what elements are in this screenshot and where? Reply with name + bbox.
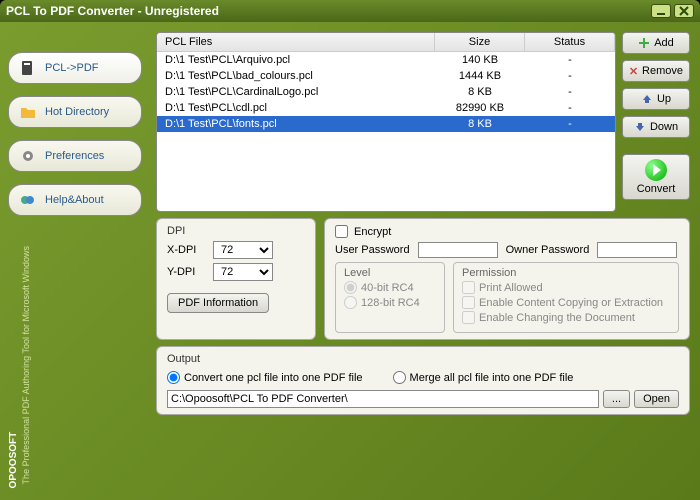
pcl-doc-icon [19,59,37,77]
main-container: PCL->PDF Hot Directory Preferences Help&… [0,22,700,500]
down-button[interactable]: Down [622,116,690,138]
col-header-name[interactable]: PCL Files [157,33,435,51]
file-name-cell: D:\1 Test\PCL\fonts.pcl [157,117,435,131]
encrypt-group: Encrypt User Password Owner Password Lev… [324,218,690,340]
convert-button[interactable]: Convert [622,154,690,200]
ydpi-label: Y-DPI [167,266,207,278]
output-merge-radio[interactable] [393,371,406,384]
play-icon [645,159,667,181]
file-row[interactable]: D:\1 Test\PCL\fonts.pcl8 KB- [157,116,615,132]
perm-change-checkbox[interactable] [462,311,475,324]
tagline-text: The Professional PDF Authoring Tool for … [21,238,31,492]
output-title: Output [167,353,679,365]
col-header-size[interactable]: Size [435,33,525,51]
titlebar: PCL To PDF Converter - Unregistered [0,0,700,22]
col-header-status[interactable]: Status [525,33,615,51]
window-title: PCL To PDF Converter - Unregistered [6,4,648,18]
output-path-input[interactable] [167,390,599,408]
file-size-cell: 8 KB [435,117,525,131]
nav-help-about[interactable]: Help&About [8,184,142,216]
permission-fieldset: Permission Print Allowed Enable Content … [453,262,679,333]
level-40-radio[interactable] [344,281,357,294]
add-button[interactable]: Add [622,32,690,54]
file-status-cell: - [525,117,615,131]
nav-hot-directory[interactable]: Hot Directory [8,96,142,128]
level-128-radio[interactable] [344,296,357,309]
file-size-cell: 1444 KB [435,69,525,83]
close-button[interactable] [674,4,694,18]
nav-pcl-pdf[interactable]: PCL->PDF [8,52,142,84]
xdpi-label: X-DPI [167,244,207,256]
file-action-buttons: Add Remove Up Down Convert [622,32,690,212]
file-name-cell: D:\1 Test\PCL\bad_colours.pcl [157,69,435,83]
file-size-cell: 82990 KB [435,101,525,115]
encrypt-label: Encrypt [354,226,391,238]
sidebar: PCL->PDF Hot Directory Preferences Help&… [0,22,150,500]
dpi-title: DPI [167,225,305,237]
user-password-input[interactable] [418,242,498,258]
file-name-cell: D:\1 Test\PCL\Arquivo.pcl [157,53,435,67]
perm-print-checkbox[interactable] [462,281,475,294]
plus-icon [638,37,650,49]
ydpi-select[interactable]: 72 [213,263,273,281]
x-icon [629,65,638,77]
help-icon [19,191,37,209]
arrow-down-icon [634,121,646,133]
gear-icon [19,147,37,165]
arrow-up-icon [641,93,653,105]
output-group: Output Convert one pcl file into one PDF… [156,346,690,415]
level-fieldset: Level 40-bit RC4 128-bit RC4 [335,262,445,333]
nav-preferences[interactable]: Preferences [8,140,142,172]
owner-pwd-label: Owner Password [506,244,590,256]
owner-password-input[interactable] [597,242,677,258]
file-list-panel: PCL Files Size Status D:\1 Test\PCL\Arqu… [156,32,616,212]
xdpi-select[interactable]: 72 [213,241,273,259]
level-title: Level [344,267,436,279]
nav-label: Preferences [45,150,104,162]
file-size-cell: 8 KB [435,85,525,99]
nav-label: Help&About [45,194,104,206]
open-button[interactable]: Open [634,390,679,408]
permission-title: Permission [462,267,670,279]
user-pwd-label: User Password [335,244,410,256]
file-status-cell: - [525,101,615,115]
remove-button[interactable]: Remove [622,60,690,82]
browse-button[interactable]: ... [603,390,630,408]
file-size-cell: 140 KB [435,53,525,67]
content-area: PCL Files Size Status D:\1 Test\PCL\Arqu… [150,22,700,500]
dpi-group: DPI X-DPI 72 Y-DPI 72 PDF Information [156,218,316,340]
nav-label: PCL->PDF [45,62,99,74]
file-status-cell: - [525,53,615,67]
encrypt-checkbox[interactable] [335,225,348,238]
file-row[interactable]: D:\1 Test\PCL\cdl.pcl82990 KB- [157,100,615,116]
file-status-cell: - [525,85,615,99]
up-button[interactable]: Up [622,88,690,110]
brand-text: OPOOSOFT [8,238,19,492]
nav-label: Hot Directory [45,106,109,118]
file-status-cell: - [525,69,615,83]
file-list-header: PCL Files Size Status [157,33,615,52]
folder-icon [19,103,37,121]
file-row[interactable]: D:\1 Test\PCL\CardinalLogo.pcl8 KB- [157,84,615,100]
file-name-cell: D:\1 Test\PCL\CardinalLogo.pcl [157,85,435,99]
minimize-button[interactable] [651,4,671,18]
output-one-radio[interactable] [167,371,180,384]
file-row[interactable]: D:\1 Test\PCL\Arquivo.pcl140 KB- [157,52,615,68]
perm-copy-checkbox[interactable] [462,296,475,309]
pdf-information-button[interactable]: PDF Information [167,293,269,313]
file-row[interactable]: D:\1 Test\PCL\bad_colours.pcl1444 KB- [157,68,615,84]
file-name-cell: D:\1 Test\PCL\cdl.pcl [157,101,435,115]
